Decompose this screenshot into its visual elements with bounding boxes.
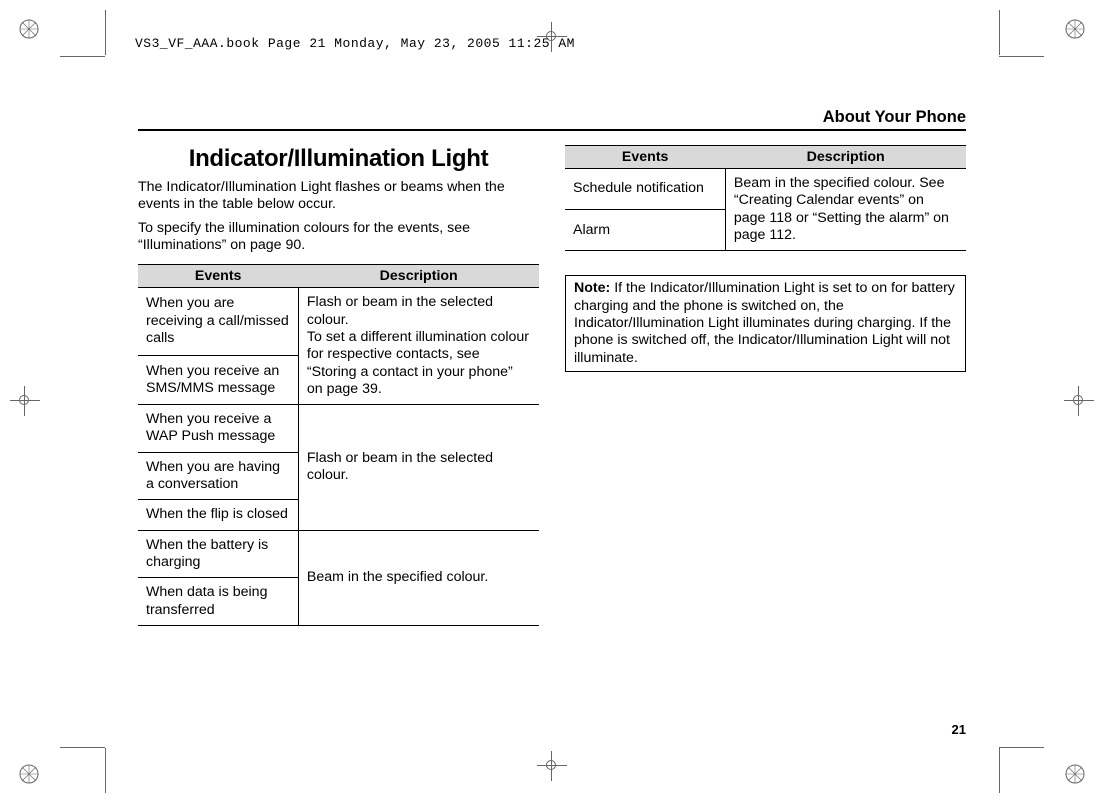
description-cell: Flash or beam in the selected colour. To… [298, 288, 539, 405]
section-header: About Your Phone [138, 108, 966, 131]
crop-mark-icon [10, 386, 40, 416]
event-cell: When the flip is closed [138, 500, 298, 530]
registration-mark-icon [1064, 763, 1086, 785]
crop-hairline-icon [105, 748, 106, 793]
description-cell: Beam in the specified colour. See “Creat… [725, 169, 966, 251]
description-cell: Flash or beam in the selected colour. [298, 405, 539, 531]
event-cell: When you are having a conversation [138, 452, 298, 500]
event-cell: Schedule notification [565, 169, 725, 210]
registration-mark-icon [1064, 18, 1086, 40]
event-cell: When you receive a WAP Push message [138, 405, 298, 453]
table-header-events: Events [565, 146, 725, 169]
document-header-line: VS3_VF_AAA.book Page 21 Monday, May 23, … [135, 36, 575, 51]
crop-hairline-icon [105, 10, 106, 55]
table-header-description: Description [298, 265, 539, 288]
event-cell: When the battery is charging [138, 530, 298, 578]
page-content: About Your Phone Indicator/Illumination … [138, 108, 966, 733]
event-cell: Alarm [565, 210, 725, 251]
left-column: Indicator/Illumination Light The Indicat… [138, 145, 539, 626]
crop-hairline-icon [60, 747, 105, 748]
crop-mark-icon [537, 751, 567, 781]
registration-mark-icon [18, 18, 40, 40]
crop-hairline-icon [999, 10, 1000, 55]
note-body: If the Indicator/Illumination Light is s… [574, 280, 955, 365]
event-cell: When you are receiving a call/missed cal… [138, 288, 298, 355]
crop-hairline-icon [999, 747, 1044, 748]
events-table-left: Events Description When you are receivin… [138, 264, 539, 626]
crop-mark-icon [1064, 386, 1094, 416]
event-cell: When data is being transferred [138, 578, 298, 626]
event-cell: When you receive an SMS/MMS message [138, 355, 298, 404]
page-number: 21 [952, 722, 966, 737]
intro-paragraph: To specify the illumination colours for … [138, 220, 539, 255]
crop-hairline-icon [60, 56, 105, 57]
note-box: Note: If the Indicator/Illumination Ligh… [565, 275, 966, 372]
registration-mark-icon [18, 763, 40, 785]
right-column: Events Description Schedule notification… [565, 145, 966, 626]
table-header-description: Description [725, 146, 966, 169]
crop-hairline-icon [999, 748, 1000, 793]
description-cell: Beam in the specified colour. [298, 530, 539, 625]
note-label: Note: [574, 280, 610, 296]
table-header-events: Events [138, 265, 298, 288]
intro-paragraph: The Indicator/Illumination Light flashes… [138, 179, 539, 214]
page-heading: Indicator/Illumination Light [138, 145, 539, 173]
events-table-right: Events Description Schedule notification… [565, 145, 966, 251]
crop-hairline-icon [999, 56, 1044, 57]
